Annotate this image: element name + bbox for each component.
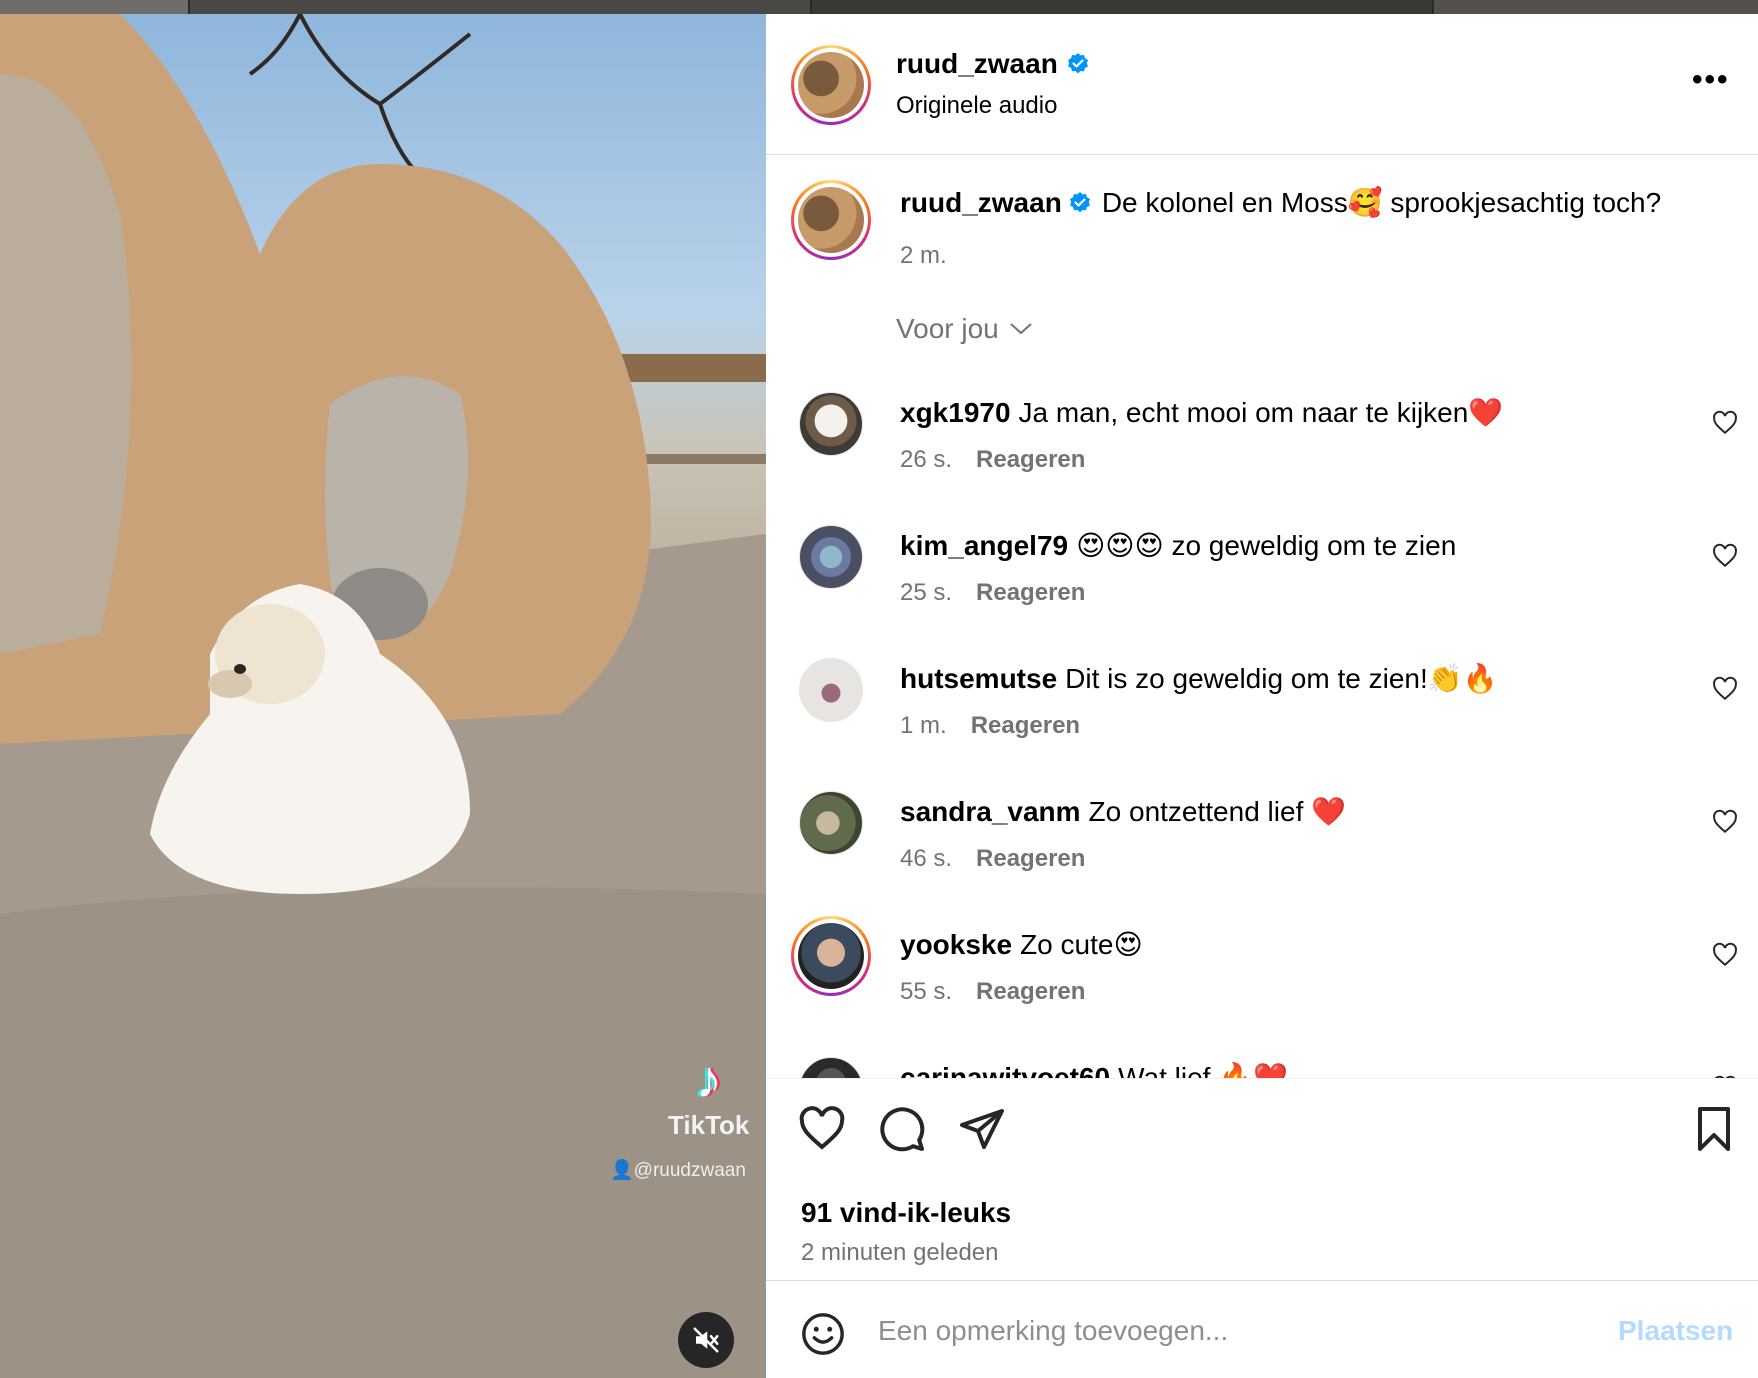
author-username[interactable]: ruud_zwaan	[896, 48, 1058, 80]
heart-outline-icon[interactable]	[1712, 809, 1738, 835]
comment-timestamp[interactable]: 55 s.	[900, 978, 952, 1005]
comment-timestamp[interactable]: 25 s.	[900, 579, 952, 606]
chevron-down-icon	[1010, 323, 1032, 335]
comment-username[interactable]: hutsemutse	[900, 663, 1057, 694]
comment-body: Ja man, echt mooi om naar te kijken❤️	[1018, 397, 1504, 428]
comment-item: xgk1970 Ja man, echt mooi om naar te kijk…	[766, 392, 1758, 522]
comment-item: yookske Zo cute😍 55 s. Reageren	[766, 916, 1758, 1054]
comment-username[interactable]: sandra_vanm	[900, 796, 1081, 827]
heart-outline-icon[interactable]	[1712, 942, 1738, 968]
more-options-button[interactable]: •••	[1692, 65, 1730, 95]
thumbnail-segment	[1434, 0, 1758, 14]
comment-timestamp[interactable]: 1 m.	[900, 712, 947, 739]
post-timestamp[interactable]: 2 minuten geleden	[801, 1239, 998, 1267]
comment-text-row: kim_angel79 😍😍😍 zo geweldig om te zien	[900, 529, 1456, 562]
comment-body: Zo ontzettend lief ❤️	[1088, 796, 1346, 827]
avatar-image	[798, 52, 864, 118]
comment-timestamp[interactable]: 26 s.	[900, 446, 952, 473]
thumbnail-segment	[190, 0, 810, 14]
heart-outline-icon[interactable]	[1712, 676, 1738, 702]
post-header: ruud_zwaan Originele audio •••	[766, 14, 1758, 155]
comment-composer: Plaatsen	[766, 1280, 1758, 1378]
comment-text-row: xgk1970 Ja man, echt mooi om naar te kijk…	[900, 396, 1503, 429]
speaker-muted-icon	[693, 1327, 719, 1353]
reply-button[interactable]: Reageren	[971, 712, 1080, 739]
comment-item: carinawitvoet60 Wat lief 🔥❤️	[766, 1057, 1758, 1078]
commenter-avatar[interactable]	[799, 658, 863, 722]
heart-outline-icon[interactable]	[1712, 543, 1738, 569]
tiktok-watermark: ♪ TikTok	[668, 1054, 749, 1141]
comment-username[interactable]: carinawitvoet60	[900, 1062, 1110, 1078]
audio-link[interactable]: Originele audio	[896, 92, 1057, 120]
caption: ruud_zwaan De kolonel en Moss🥰 sprookjes…	[900, 186, 1661, 219]
comment-item: kim_angel79 😍😍😍 zo geweldig om te zien 25…	[766, 525, 1758, 655]
comment-timestamp[interactable]: 46 s.	[900, 845, 952, 872]
comment-body: Dit is zo geweldig om te zien!👏🔥	[1065, 663, 1498, 694]
comment-sort-dropdown[interactable]: Voor jou	[896, 313, 1033, 345]
avatar-image	[798, 187, 864, 253]
comment-text-row: hutsemutse Dit is zo geweldig om te zien!…	[900, 662, 1498, 695]
comment-text-row: carinawitvoet60 Wat lief 🔥❤️	[900, 1061, 1288, 1078]
tiktok-handle-label: 👤@ruudzwaan	[610, 1160, 746, 1181]
commenter-avatar[interactable]	[799, 525, 863, 589]
comment-meta: 46 s. Reageren	[900, 845, 1085, 873]
comment-bubble-icon[interactable]	[878, 1105, 926, 1153]
avatar-image	[798, 923, 864, 989]
comments-list[interactable]: ruud_zwaan De kolonel en Moss🥰 sprookjes…	[766, 156, 1758, 1078]
tiktok-logo-icon: ♪	[695, 1051, 722, 1109]
verified-badge-icon	[1067, 53, 1088, 74]
comment-meta: 1 m. Reageren	[900, 712, 1080, 740]
comment-item: sandra_vanm Zo ontzettend lief ❤️ 46 s. Re…	[766, 791, 1758, 921]
reply-button[interactable]: Reageren	[976, 845, 1085, 872]
save-bookmark-icon[interactable]	[1690, 1105, 1738, 1153]
comment-body: Zo cute😍	[1020, 929, 1143, 960]
commenter-avatar[interactable]	[799, 392, 863, 456]
post-video[interactable]: ♪ TikTok 👤@ruudzwaan	[0, 14, 766, 1378]
post-actions: 91 vind-ik-leuks 2 minuten geleden	[766, 1078, 1758, 1278]
comment-username[interactable]: xgk1970	[900, 397, 1011, 428]
emoji-picker-icon[interactable]	[800, 1311, 846, 1357]
reply-button[interactable]: Reageren	[976, 579, 1085, 606]
tiktok-brand-label: TikTok	[668, 1110, 750, 1140]
comment-meta: 55 s. Reageren	[900, 978, 1085, 1006]
caption-author-avatar[interactable]	[791, 180, 871, 260]
share-paper-plane-icon[interactable]	[958, 1105, 1006, 1153]
commenter-avatar[interactable]	[799, 1057, 863, 1078]
commenter-avatar[interactable]	[799, 791, 863, 855]
mute-toggle-button[interactable]	[678, 1312, 734, 1368]
thumbnail-segment	[0, 0, 188, 14]
reply-button[interactable]: Reageren	[976, 978, 1085, 1005]
comment-text-row: yookske Zo cute😍	[900, 928, 1143, 961]
sort-label: Voor jou	[896, 313, 999, 344]
background-thumbnail-strip	[0, 0, 1758, 14]
comment-item: hutsemutse Dit is zo geweldig om te zien!…	[766, 658, 1758, 788]
like-count[interactable]: 91 vind-ik-leuks	[801, 1197, 1011, 1229]
post-comment-button[interactable]: Plaatsen	[1618, 1315, 1733, 1347]
verified-badge-icon	[1069, 192, 1090, 213]
post-details-panel: ruud_zwaan Originele audio ••• ruud_zwaa…	[766, 14, 1758, 1378]
caption-timestamp[interactable]: 2 m.	[900, 242, 947, 270]
comment-body: 😍😍😍 zo geweldig om te zien	[1076, 530, 1457, 561]
comment-username[interactable]: yookske	[900, 929, 1012, 960]
author-username-row[interactable]: ruud_zwaan	[896, 48, 1090, 80]
comment-text-row: sandra_vanm Zo ontzettend lief ❤️	[900, 795, 1346, 828]
heart-outline-icon[interactable]	[1712, 410, 1738, 436]
comment-body: Wat lief 🔥❤️	[1118, 1062, 1288, 1078]
comment-username[interactable]: kim_angel79	[900, 530, 1068, 561]
like-heart-icon[interactable]	[798, 1105, 846, 1153]
comment-meta: 26 s. Reageren	[900, 446, 1085, 474]
author-avatar[interactable]	[791, 45, 871, 125]
reply-button[interactable]: Reageren	[976, 446, 1085, 473]
thumbnail-segment	[812, 0, 1432, 14]
caption-body: De kolonel en Moss🥰 sprookjesachtig toch…	[1101, 187, 1662, 218]
caption-username[interactable]: ruud_zwaan	[900, 187, 1062, 218]
comment-input[interactable]	[878, 1311, 1598, 1351]
commenter-avatar[interactable]	[791, 916, 871, 996]
comment-meta: 25 s. Reageren	[900, 579, 1085, 607]
